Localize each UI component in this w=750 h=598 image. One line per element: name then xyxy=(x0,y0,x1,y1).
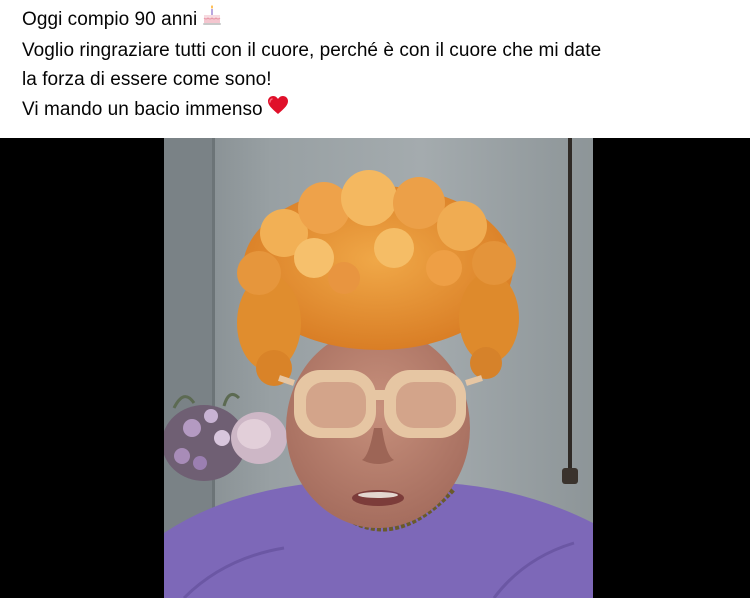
post-line-2: Voglio ringraziare tutti con il cuore, p… xyxy=(22,39,602,61)
post-line-4: Vi mando un bacio immenso xyxy=(22,95,742,125)
video-still-image xyxy=(164,138,593,598)
facebook-post: Oggi compio 90 anni Voglio ringraziare t… xyxy=(0,0,750,598)
birthday-cake-icon xyxy=(201,4,223,36)
post-line-3: la forza di essere come sono! xyxy=(22,69,272,90)
red-heart-icon xyxy=(267,95,289,125)
post-text: Oggi compio 90 anni Voglio ringraziare t… xyxy=(22,4,742,124)
video-player[interactable] xyxy=(0,138,750,598)
video-frame[interactable] xyxy=(164,138,593,598)
post-line-1: Oggi compio 90 anni xyxy=(22,4,742,36)
